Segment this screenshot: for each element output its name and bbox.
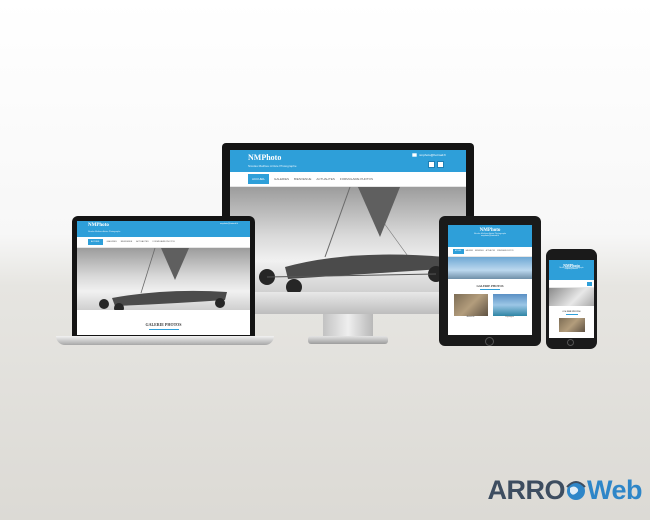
phone-screen: NMPhoto Nicolas Mathieu Artiste Photogra… xyxy=(549,260,594,338)
nav-item-accueil[interactable]: ACCUEIL xyxy=(453,249,464,254)
site-brand[interactable]: NMPhoto xyxy=(248,153,281,162)
nav-item-formulaire[interactable]: FORMULAIRE PHOTOS xyxy=(153,241,175,243)
hero-image xyxy=(448,257,532,279)
monitor-screen: NMPhoto Nicolas Mathieu Artiste Photogra… xyxy=(230,150,466,292)
hero-image xyxy=(549,288,594,306)
email-text[interactable]: nmphoto@hotmail.fr xyxy=(448,235,532,237)
nav-item-bienvenue[interactable]: BIENVENUE xyxy=(475,251,484,252)
laptop-base xyxy=(56,336,274,345)
laptop-screen: NMPhoto Nicolas Mathieu Artiste Photogra… xyxy=(77,221,250,335)
site-header: NMPhoto Nicolas Mathieu Artiste Photogra… xyxy=(448,225,532,247)
main-nav xyxy=(549,280,594,288)
arroweb-logo: ARRO Web xyxy=(487,472,642,508)
gallery-title: GALERIE PHOTOS xyxy=(476,284,504,288)
gallery-thumb xyxy=(492,294,527,316)
nav-item-actualites[interactable]: ACTUALITES xyxy=(486,251,495,252)
social-links xyxy=(428,161,444,168)
email-text: nmphoto@hotmail.fr xyxy=(418,153,446,157)
main-nav: ACCUEIL GALERIES BIENVENUE ACTUALITES FO… xyxy=(230,172,466,187)
tablet-screen: NMPhoto Nicolas Mathieu Artiste Photogra… xyxy=(448,225,532,335)
gallery-title: GALERIE PHOTOS xyxy=(562,311,581,313)
gallery-caption: Animaux xyxy=(466,316,475,318)
monitor-base xyxy=(308,336,388,344)
twitter-icon[interactable] xyxy=(437,161,444,168)
gallery-underline xyxy=(565,314,578,315)
nav-item-bienvenue[interactable]: BIENVENUE xyxy=(121,241,133,243)
envelope-icon xyxy=(412,153,417,157)
nav-item-galeries[interactable]: GALERIES xyxy=(107,241,117,243)
gallery-grid: Animaux Paysages xyxy=(448,294,532,318)
logo-text-web: Web xyxy=(586,474,643,505)
nav-item-accueil[interactable]: ACCUEIL xyxy=(88,239,103,245)
site-tagline: Nicolas Mathieu Artiste Photographe xyxy=(248,164,297,168)
monitor-stand xyxy=(323,314,373,338)
gallery-thumb[interactable] xyxy=(558,318,585,332)
nav-item-actualites[interactable]: ACTUALITES xyxy=(316,177,335,181)
nav-item-galeries[interactable]: GALERIES xyxy=(274,177,289,181)
hero-image xyxy=(77,248,250,310)
nav-item-actualites[interactable]: ACTUALITES xyxy=(136,241,148,243)
email-text[interactable]: nmphoto@hotmail.fr xyxy=(220,223,238,225)
site-header: NMPhoto Nicolas Mathieu Artiste Photogra… xyxy=(230,150,466,172)
contact-email[interactable]: nmphoto@hotmail.fr xyxy=(412,153,446,157)
email-text[interactable]: nmphoto@hotmail.fr xyxy=(549,269,594,270)
nav-item-formulaire[interactable]: FORMULAIRE PHOTOS xyxy=(497,251,514,252)
gallery-underline xyxy=(480,289,500,290)
nav-item-galeries[interactable]: GALERIES xyxy=(466,251,474,252)
gallery-card[interactable]: Paysages xyxy=(492,294,527,318)
main-nav: ACCUEIL GALERIES BIENVENUE ACTUALITES FO… xyxy=(448,247,532,257)
land-yacht-photo xyxy=(259,187,445,292)
land-yacht-photo xyxy=(99,248,227,310)
nav-item-bienvenue[interactable]: BIENVENUE xyxy=(294,177,311,181)
gallery-title: GALERIE PHOTOS xyxy=(145,322,182,327)
gallery-thumb xyxy=(453,294,488,316)
tablet-home-button[interactable] xyxy=(485,337,494,346)
hero-image xyxy=(230,187,466,292)
facebook-icon[interactable] xyxy=(428,161,435,168)
gallery-underline xyxy=(148,329,179,330)
nav-item-accueil[interactable]: ACCUEIL xyxy=(248,174,270,184)
gallery-card[interactable]: Animaux xyxy=(453,294,488,318)
site-header: NMPhoto Nicolas Mathieu Artiste Photogra… xyxy=(77,221,250,237)
globe-icon xyxy=(566,481,586,500)
logo-text-arro: ARRO xyxy=(487,474,565,505)
nav-item-formulaire[interactable]: FORMULAIRE PHOTOS xyxy=(340,177,373,181)
menu-toggle-icon[interactable] xyxy=(587,281,592,286)
site-brand[interactable]: NMPhoto xyxy=(448,225,532,233)
phone-home-button[interactable] xyxy=(567,339,574,346)
site-tagline: Nicolas Mathieu Artiste Photographe xyxy=(88,231,121,233)
gallery-caption: Paysages xyxy=(505,316,514,318)
site-header: NMPhoto Nicolas Mathieu Artiste Photogra… xyxy=(549,260,594,280)
monitor-chin xyxy=(222,292,474,314)
main-nav: ACCUEIL GALERIES BIENVENUE ACTUALITES FO… xyxy=(77,237,250,248)
site-brand[interactable]: NMPhoto xyxy=(88,223,109,228)
site-brand[interactable]: NMPhoto xyxy=(549,260,594,268)
